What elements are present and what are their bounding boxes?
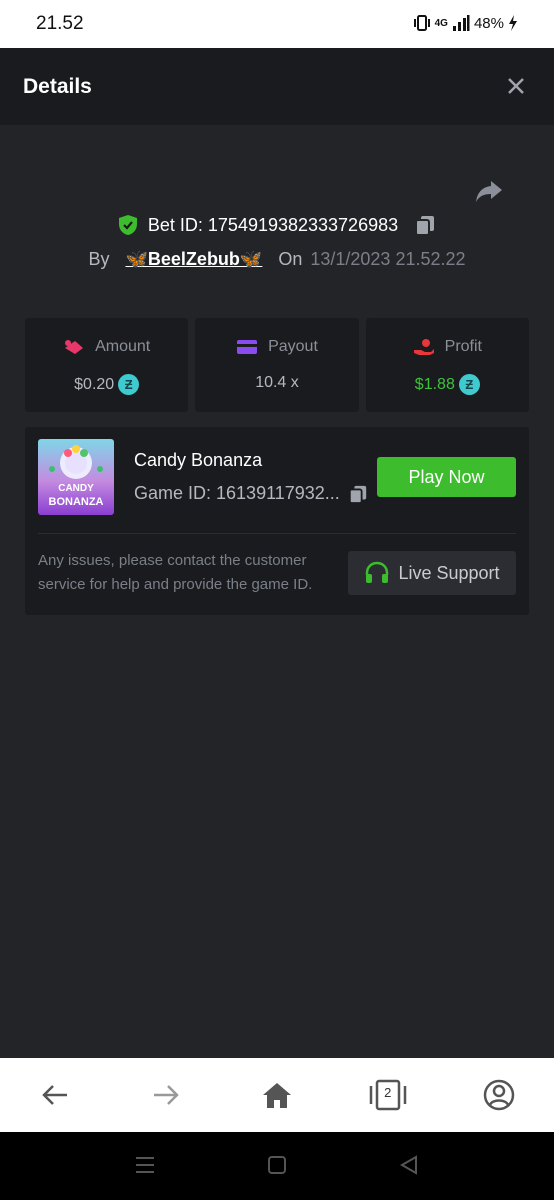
candy-bonanza-logo: CANDY BONANZA <box>38 439 114 515</box>
payout-value: 10.4 x <box>255 374 299 391</box>
status-bar: 21.52 4G 48% <box>0 0 554 48</box>
game-id-text: Game ID: 16139117932... <box>134 483 340 503</box>
live-support-label: Live Support <box>398 562 500 583</box>
by-label: By <box>88 249 110 269</box>
username-link[interactable]: 🦋BeelZebub🦋 <box>126 249 263 270</box>
home-button[interactable] <box>255 1073 299 1117</box>
tabs-count: 2 <box>384 1085 392 1100</box>
amount-label: Amount <box>95 338 151 355</box>
logo-text-candy: CANDY <box>58 483 94 494</box>
profit-hand-icon <box>413 339 434 355</box>
card-icon <box>237 340 258 354</box>
game-card: CANDY BONANZA Candy Bonanza Game ID: 161… <box>25 427 529 615</box>
page-title: Details <box>23 75 92 98</box>
copy-icon[interactable] <box>414 214 436 236</box>
share-icon[interactable] <box>474 176 504 206</box>
battery-text: 48% <box>473 14 504 32</box>
payout-card: Payout 10.4 x <box>195 318 359 412</box>
amount-icon <box>65 340 84 354</box>
divider <box>38 533 516 534</box>
profit-value: $1.88 <box>414 375 455 393</box>
vibrate-icon <box>413 15 430 31</box>
bet-by-row: By 🦋BeelZebub🦋 On 13/1/2023 21.52.22 <box>0 249 554 270</box>
shield-check-icon <box>118 215 137 235</box>
status-time: 21.52 <box>36 13 84 34</box>
bet-date: 13/1/2023 21.52.22 <box>310 249 466 269</box>
close-icon[interactable] <box>502 72 530 100</box>
live-support-button[interactable]: Live Support <box>348 551 516 595</box>
amount-card: Amount $0.20 Ƶ <box>25 318 189 412</box>
charging-icon <box>509 15 517 31</box>
tabs-button[interactable]: 2 <box>366 1073 410 1117</box>
account-icon <box>483 1079 514 1111</box>
bet-id-text: Bet ID: 1754919382333726983 <box>148 215 398 236</box>
browser-nav-bar: 2 <box>0 1058 554 1132</box>
back-triangle-icon[interactable] <box>398 1154 420 1176</box>
profit-card: Profit $1.88 Ƶ <box>365 318 529 412</box>
coin-icon: Ƶ <box>458 374 480 395</box>
bet-stats: Amount $0.20 Ƶ Payout 10.4 x Profit $1.8… <box>25 318 529 412</box>
status-icons: 4G 48% <box>413 14 518 32</box>
arrow-left-icon <box>42 1085 68 1105</box>
home-square-icon[interactable] <box>266 1154 288 1176</box>
copy-icon[interactable] <box>348 484 368 504</box>
headset-icon <box>366 561 389 583</box>
arrow-right-icon <box>154 1085 179 1105</box>
on-label: On <box>278 249 303 269</box>
bet-id-label: Bet ID: <box>147 214 203 235</box>
forward-button[interactable] <box>144 1073 188 1117</box>
amount-value: $0.20 <box>74 375 115 393</box>
game-id-row: Game ID: 16139117932... <box>134 483 368 504</box>
play-now-button[interactable]: Play Now <box>377 457 516 497</box>
issue-text: Any issues, please contact the customer … <box>38 552 313 593</box>
logo-text-bonanza: BONANZA <box>49 496 104 508</box>
game-name: Candy Bonanza <box>134 450 263 470</box>
details-header: Details <box>0 48 554 125</box>
back-button[interactable] <box>33 1073 77 1117</box>
coin-icon: Ƶ <box>118 374 140 395</box>
menu-icon[interactable] <box>134 1154 156 1176</box>
game-thumbnail[interactable]: CANDY BONANZA <box>38 439 114 515</box>
payout-label: Payout <box>268 338 318 355</box>
signal-icon <box>452 15 470 31</box>
bet-id-row: Bet ID: 1754919382333726983 <box>0 214 554 236</box>
profile-button[interactable] <box>477 1073 521 1117</box>
network-type: 4G <box>434 17 448 29</box>
bet-id-value: 1754919382333726983 <box>207 214 399 235</box>
home-icon <box>262 1083 291 1108</box>
system-nav-bar <box>0 1132 554 1200</box>
profit-label: Profit <box>444 338 482 355</box>
